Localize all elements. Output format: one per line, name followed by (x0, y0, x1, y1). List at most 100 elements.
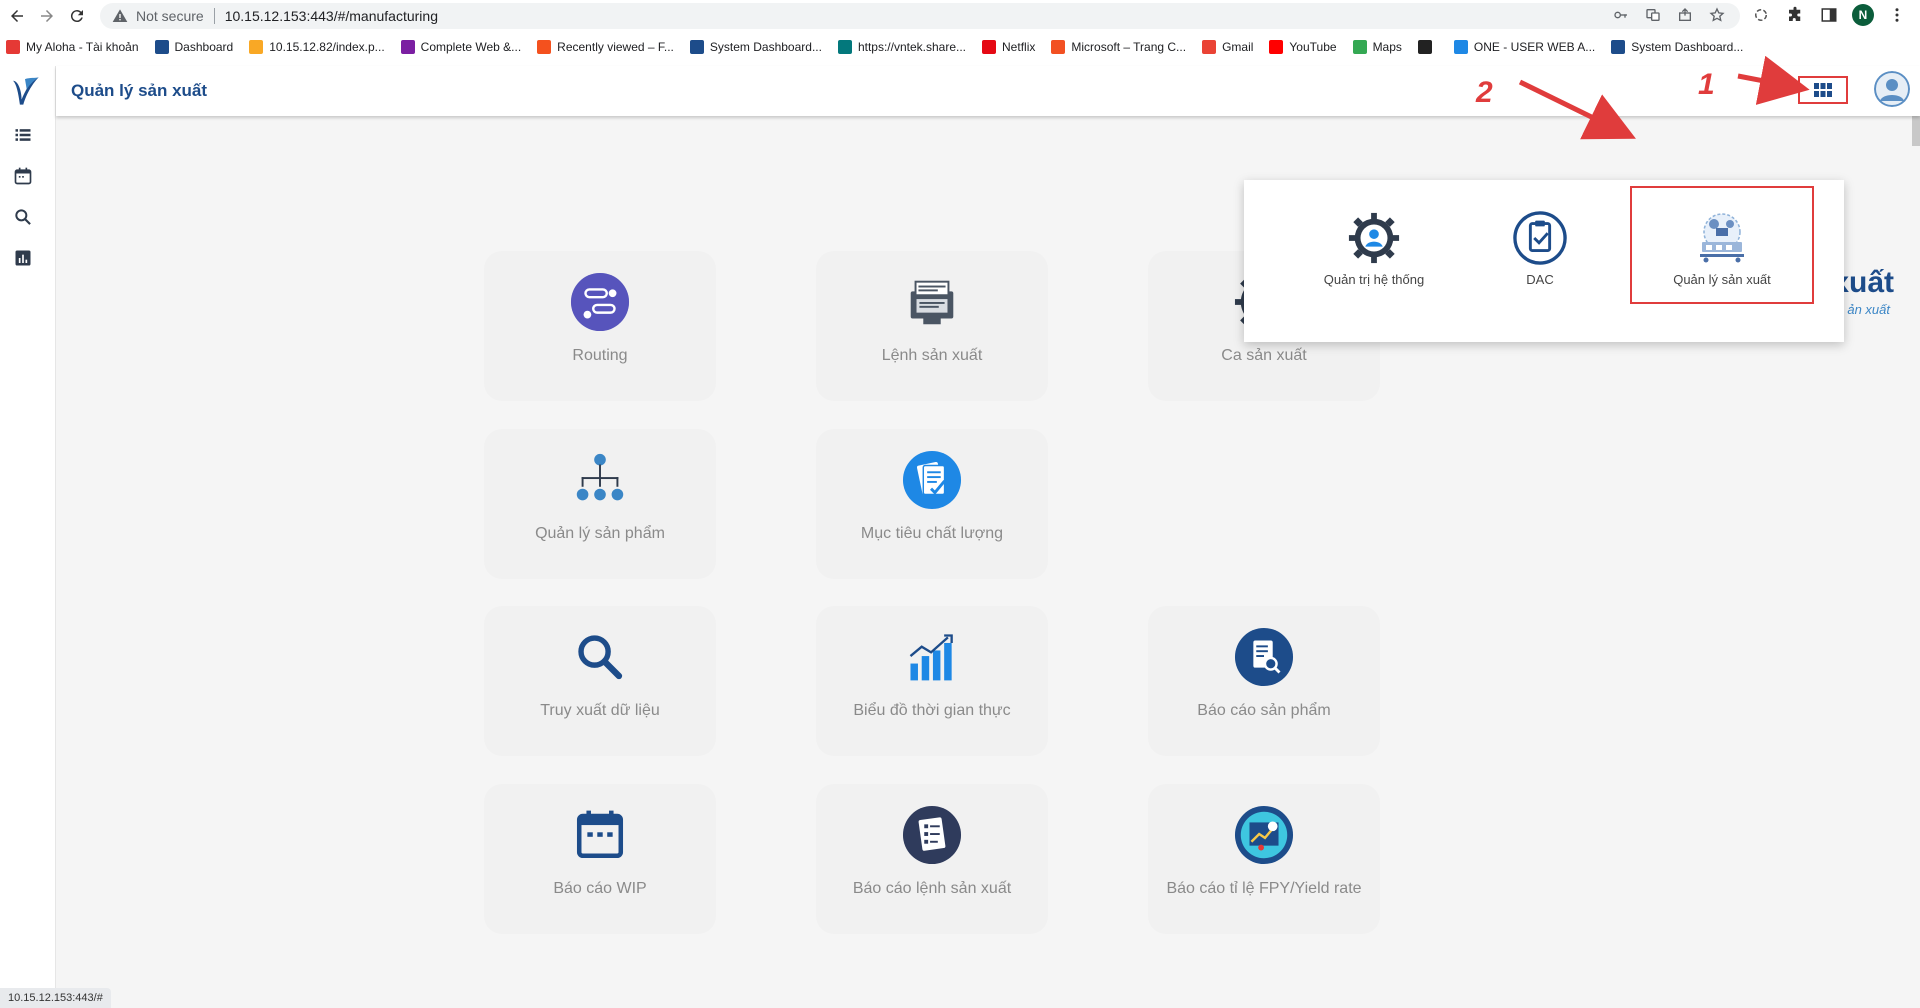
bookmark-label: https://vntek.share... (857, 40, 967, 54)
tile-label: Truy xuất dữ liệu (540, 702, 660, 719)
address-divider (213, 8, 215, 24)
reload-icon (70, 10, 83, 23)
browser-toolbar: Not secure 10.15.12.153:443/#/manufactur… (0, 0, 1920, 32)
bookmark-label: 10.15.12.82/index.p... (269, 40, 385, 54)
highlight-box (1630, 186, 1814, 304)
clipboard-check-icon (1512, 210, 1568, 266)
bookmark-item[interactable]: Complete Web &... (400, 40, 522, 54)
bookmark-label: Recently viewed – F... (557, 40, 674, 54)
back-arrow-icon (11, 10, 23, 22)
module-subheading: ản xuất (1847, 302, 1890, 317)
production-order-icon (901, 271, 963, 333)
calendar-icon[interactable] (12, 165, 34, 187)
report-chart-icon[interactable] (12, 247, 34, 269)
bar-chart-rising-icon (901, 626, 963, 688)
app-switcher-popup: Quản trị hệ thống DAC Quản lý sản xuất (1244, 180, 1844, 342)
tile-label: Báo cáo WIP (553, 880, 647, 897)
puzzle-extensions-icon[interactable] (1784, 4, 1806, 26)
tile-production-order[interactable]: Lệnh sản xuất (816, 251, 1048, 401)
bookmark-item[interactable]: Dashboard (154, 40, 234, 54)
bookmark-label: Gmail (1222, 40, 1254, 54)
bookmark-favicon-icon (689, 40, 704, 54)
bookmark-item[interactable]: Microsoft – Trang C... (1051, 40, 1186, 54)
bookmark-item[interactable]: System Dashboard... (1611, 40, 1743, 54)
bookmark-favicon-icon (1611, 40, 1626, 54)
bookmark-favicon-icon (537, 40, 552, 54)
tile-product-management[interactable]: Quản lý sản phẩm (484, 429, 716, 579)
brand-logo-icon[interactable] (8, 74, 42, 108)
calendar-report-icon (569, 804, 631, 866)
status-bar-url: 10.15.12.153:443/# (0, 988, 111, 1008)
bookmark-label: Dashboard (174, 40, 234, 54)
bookmarks-bar: My Aloha - Tài khoản Dashboard 10.15.12.82… (0, 36, 1920, 58)
translate-icon[interactable] (1644, 6, 1662, 24)
bookmark-favicon-icon (1453, 40, 1468, 54)
key-icon[interactable] (1612, 6, 1630, 24)
back-button[interactable] (2, 1, 32, 31)
bookmark-label: My Aloha - Tài khoản (26, 40, 139, 54)
tile-product-report[interactable]: Báo cáo sản phẩm (1148, 606, 1380, 756)
recycle-extension-icon[interactable] (1750, 4, 1772, 26)
tile-label: Mục tiêu chất lượng (860, 525, 1004, 542)
bookmark-label: System Dashboard... (1631, 40, 1744, 54)
reload-button[interactable] (62, 1, 92, 31)
tile-label: Quản lý sản phẩm (535, 525, 665, 542)
bookmark-item[interactable] (1417, 40, 1438, 54)
app-system-admin[interactable]: Quản trị hệ thống (1294, 210, 1454, 287)
not-secure-label: Not secure (136, 8, 204, 24)
clipboard-report-icon (901, 804, 963, 866)
search-icon[interactable] (12, 206, 34, 228)
bookmark-favicon-icon (982, 40, 997, 54)
tile-quality-target[interactable]: Mục tiêu chất lượng (816, 429, 1048, 579)
gear-user-icon (1346, 210, 1402, 266)
bookmark-star-icon[interactable] (1708, 6, 1726, 24)
bookmark-label: Complete Web &... (420, 40, 522, 54)
checklist-icon (901, 449, 963, 511)
bookmark-label: Maps (1372, 40, 1402, 54)
tile-fpy-yield-report[interactable]: Báo cáo tỉ lệ FPY/Yield rate (1148, 784, 1380, 934)
url-text[interactable]: 10.15.12.153:443/#/manufacturing (225, 8, 438, 24)
list-menu-icon[interactable] (12, 124, 34, 146)
routing-icon (569, 271, 631, 333)
app-label: Quản trị hệ thống (1323, 272, 1425, 287)
more-menu-icon[interactable] (1886, 4, 1908, 26)
page-title: Quản lý sản xuất (71, 81, 208, 100)
bookmark-favicon-icon (1352, 40, 1367, 54)
side-panel-icon[interactable] (1818, 4, 1840, 26)
tile-routing[interactable]: Routing (484, 251, 716, 401)
tile-label: Lệnh sản xuất (881, 347, 983, 364)
tile-label: Báo cáo lệnh sản xuất (852, 880, 1012, 897)
app-label: DAC (1526, 272, 1554, 287)
bookmark-favicon-icon (400, 40, 415, 54)
tile-realtime-chart[interactable]: Biểu đồ thời gian thực (816, 606, 1048, 756)
bookmark-item[interactable]: ONE - USER WEB A... (1453, 40, 1596, 54)
bookmark-favicon-icon (837, 40, 852, 54)
bookmark-item[interactable]: 10.15.12.82/index.p... (249, 40, 385, 54)
bookmark-label: ONE - USER WEB A... (1473, 40, 1596, 54)
app-switcher-button[interactable] (1798, 76, 1848, 104)
bookmark-item[interactable]: Maps (1352, 40, 1402, 54)
bookmark-label: System Dashboard... (709, 40, 822, 54)
bookmark-item[interactable]: YouTube (1269, 40, 1337, 54)
bookmark-item[interactable]: My Aloha - Tài khoản (6, 40, 139, 54)
profile-avatar[interactable]: N (1852, 4, 1874, 26)
bookmark-favicon-icon (1417, 40, 1432, 54)
share-icon[interactable] (1676, 6, 1694, 24)
bookmark-label: Microsoft – Trang C... (1071, 40, 1187, 54)
hierarchy-icon (569, 449, 631, 511)
bookmark-favicon-icon (1269, 40, 1284, 54)
address-bar[interactable]: Not secure 10.15.12.153:443/#/manufactur… (100, 3, 1740, 29)
bookmark-label: Netflix (1002, 40, 1036, 54)
bookmark-item[interactable]: Netflix (982, 40, 1035, 54)
tile-wip-report[interactable]: Báo cáo WIP (484, 784, 716, 934)
tile-data-query[interactable]: Truy xuất dữ liệu (484, 606, 716, 756)
bookmark-item[interactable]: https://vntek.share... (837, 40, 967, 54)
forward-button[interactable] (32, 1, 62, 31)
app-dac[interactable]: DAC (1460, 210, 1620, 287)
bookmark-favicon-icon (154, 40, 169, 54)
bookmark-item[interactable]: Recently viewed – F... (537, 40, 674, 54)
user-avatar[interactable] (1874, 71, 1910, 107)
tile-production-order-report[interactable]: Báo cáo lệnh sản xuất (816, 784, 1048, 934)
bookmark-item[interactable]: Gmail (1202, 40, 1253, 54)
bookmark-item[interactable]: System Dashboard... (689, 40, 822, 54)
